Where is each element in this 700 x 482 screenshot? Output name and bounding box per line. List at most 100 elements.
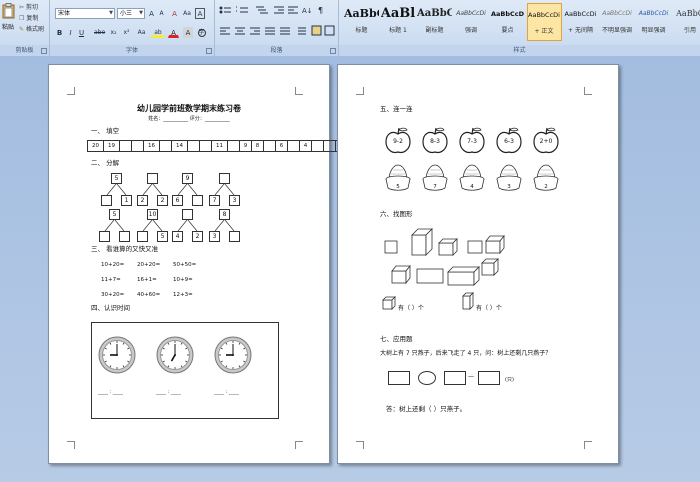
- format-painter-button[interactable]: ✎ 格式刷: [19, 25, 44, 34]
- decompose-right-box[interactable]: 1: [121, 195, 132, 206]
- style-item[interactable]: AaBl 标题 1: [381, 3, 416, 41]
- decompose-left-box[interactable]: 2: [137, 195, 148, 206]
- decompose-left-box[interactable]: [137, 231, 148, 242]
- cut-button[interactable]: ✂ 剪切: [19, 3, 38, 12]
- decompose-top-box[interactable]: [219, 173, 230, 184]
- text-effect-icon: Aa: [137, 29, 146, 36]
- copy-button[interactable]: ❐ 复制: [19, 14, 38, 23]
- grow-font-button[interactable]: A: [147, 8, 156, 19]
- underline-button[interactable]: U: [77, 27, 86, 38]
- brush-icon: ✎: [19, 26, 25, 33]
- bowl-number: 2: [544, 184, 548, 190]
- strike-button[interactable]: abe: [93, 27, 106, 38]
- time-answer-line[interactable]: ____ : ____: [98, 389, 123, 395]
- style-item[interactable]: AaBbC 引用: [673, 3, 700, 41]
- decompose-right-box[interactable]: [119, 231, 130, 242]
- char-border-icon: A: [197, 10, 203, 18]
- decompose-top-box[interactable]: 9: [182, 173, 193, 184]
- calc-item: 40+60=: [137, 292, 161, 298]
- subscript-button[interactable]: x₂: [108, 27, 119, 38]
- highlight-button[interactable]: ab: [151, 27, 165, 38]
- section-heading-word-problem: 七、应用题: [380, 335, 413, 343]
- decompose-right-box[interactable]: 2: [192, 231, 203, 242]
- answer-box[interactable]: [444, 371, 466, 385]
- styles-group: AaBbC标题AaBl标题 1AaBbC副标题AaBbCcDi强调AaBbCcD…: [339, 0, 700, 56]
- style-name: 强调: [464, 27, 477, 34]
- style-item[interactable]: AaBbCcD 要点: [490, 3, 525, 41]
- style-item[interactable]: AaBbCcDi 明显强调: [636, 3, 671, 41]
- decompose-left-box[interactable]: [99, 231, 110, 242]
- count-cuboid-text: 有（ ）个: [476, 305, 502, 312]
- answer-box[interactable]: [388, 371, 410, 385]
- paragraph-group-label: 段落: [215, 45, 338, 56]
- underline-icon: U: [78, 29, 85, 37]
- paste-button[interactable]: 粘贴: [2, 3, 16, 33]
- bowl-item[interactable]: 7: [422, 162, 448, 192]
- decompose-top-box[interactable]: 8: [219, 209, 230, 220]
- time-answer-line[interactable]: ____ : ____: [214, 389, 239, 395]
- decompose-right-box[interactable]: 5: [157, 231, 168, 242]
- decompose-top-box[interactable]: 5: [109, 209, 120, 220]
- style-item[interactable]: AaBbCcDi + 正文: [526, 3, 562, 41]
- decompose-top-box[interactable]: 10: [147, 209, 158, 220]
- grow-font-icon: A: [149, 10, 154, 18]
- decompose-left-box[interactable]: 7: [209, 195, 220, 206]
- decompose-left-box[interactable]: 3: [209, 231, 220, 242]
- font-color-button[interactable]: A: [168, 27, 179, 38]
- page-1[interactable]: 幼儿园学前班数学期末练习卷 姓名：__________ 评分：_________…: [48, 64, 349, 464]
- char-shading-button[interactable]: A: [183, 27, 193, 38]
- text-effect-button[interactable]: Aa: [136, 27, 147, 38]
- operator-circle[interactable]: [418, 371, 436, 385]
- clear-format-button[interactable]: A: [169, 8, 180, 19]
- apple-item[interactable]: 7-3: [458, 127, 486, 155]
- char-border-button[interactable]: A: [195, 8, 205, 19]
- change-case-button[interactable]: Aa: [181, 8, 193, 19]
- font-launcher-icon[interactable]: [206, 48, 212, 54]
- decompose-top-box[interactable]: [182, 209, 193, 220]
- italic-button[interactable]: I: [66, 27, 75, 38]
- decompose-top-box[interactable]: [147, 173, 158, 184]
- style-item[interactable]: AaBbCcDi 不明显强调: [600, 3, 635, 41]
- clipboard-launcher-icon[interactable]: [41, 48, 47, 54]
- paragraph-toolbar-icons[interactable]: A↓ ¶: [218, 4, 338, 44]
- shrink-font-button[interactable]: A: [157, 8, 166, 19]
- decompose-top-box[interactable]: 5: [111, 173, 122, 184]
- decompose-left-box[interactable]: [101, 195, 112, 206]
- paragraph-launcher-icon[interactable]: [330, 48, 336, 54]
- enclose-char-button[interactable]: 字: [196, 27, 207, 38]
- bullets-icon: [219, 6, 231, 14]
- style-sample: AaBbCcDi: [456, 10, 486, 17]
- font-size-combo[interactable]: 小三 ▼: [117, 8, 145, 19]
- style-item[interactable]: AaBbC 标题: [344, 3, 379, 41]
- apple-item[interactable]: 2+0: [532, 127, 560, 155]
- bowl-item[interactable]: 3: [496, 162, 522, 192]
- style-item[interactable]: AaBbCcDi + 无间隔: [563, 3, 598, 41]
- shrink-font-icon: A: [159, 10, 164, 17]
- time-answer-line[interactable]: ____ : ____: [156, 389, 181, 395]
- decompose-right-box[interactable]: 3: [229, 195, 240, 206]
- decompose-right-box[interactable]: [229, 231, 240, 242]
- superscript-button[interactable]: x²: [121, 27, 132, 38]
- style-sample: AaBl: [380, 6, 416, 21]
- clock-face: [214, 336, 252, 374]
- decompose-left-box[interactable]: 6: [172, 195, 183, 206]
- decompose-right-box[interactable]: 2: [157, 195, 168, 206]
- page-2[interactable]: 五、连一连 9-2 8-3 7-3 6-3 2+0 5 7 4 3 2 六、找图形 有（ ）个: [337, 64, 619, 464]
- style-item[interactable]: AaBbC 副标题: [417, 3, 452, 41]
- apple-item[interactable]: 9-2: [384, 127, 412, 155]
- clock-icon: [156, 336, 194, 374]
- style-item[interactable]: AaBbCcDi 强调: [454, 3, 489, 41]
- bold-button[interactable]: B: [55, 27, 64, 38]
- decompose-left-box[interactable]: 4: [172, 231, 183, 242]
- font-name-combo[interactable]: 宋体 ▼: [55, 8, 115, 19]
- bowl-item[interactable]: 4: [459, 162, 485, 192]
- bowl-item[interactable]: 5: [385, 162, 411, 192]
- bowl-item[interactable]: 2: [533, 162, 559, 192]
- answer-box[interactable]: [478, 371, 500, 385]
- decompose-right-box[interactable]: [192, 195, 203, 206]
- margin-corner: [295, 441, 303, 449]
- apple-item[interactable]: 6-3: [495, 127, 523, 155]
- apple-item[interactable]: 8-3: [421, 127, 449, 155]
- clock-box: ____ : ____ ____ : ____ ____ : ____: [91, 322, 279, 419]
- numbering-icon: [236, 6, 248, 13]
